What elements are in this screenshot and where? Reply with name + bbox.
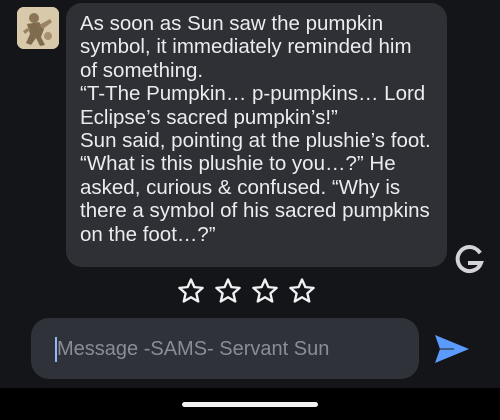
regenerate-g-icon — [455, 245, 484, 274]
star-outline-icon[interactable] — [176, 276, 206, 306]
chat-screen: As soon as Sun saw the pumpkin symbol, i… — [0, 0, 500, 420]
message-line: Eclipse’s sacred pumpkin’s!” — [80, 105, 338, 129]
star-outline-icon[interactable] — [213, 276, 243, 306]
send-button[interactable] — [432, 331, 472, 367]
message-line: asked, curious & confused. “Why is — [80, 175, 401, 199]
character-portrait-icon — [17, 7, 59, 49]
home-indicator[interactable] — [182, 402, 318, 407]
message-line: on the foot…?” — [80, 222, 216, 246]
message-line: “T-The Pumpkin… p-pumpkins… Lord — [80, 82, 426, 106]
message-input-placeholder: Message -SAMS- Servant Sun — [57, 338, 330, 360]
message-input[interactable]: Message -SAMS- Servant Sun — [31, 318, 419, 379]
character-avatar[interactable] — [17, 7, 59, 49]
star-outline-icon[interactable] — [250, 276, 280, 306]
message-line: “What is this plushie to you…?” He — [80, 152, 396, 176]
message-line: of something. — [80, 58, 204, 82]
character-message-bubble: As soon as Sun saw the pumpkin symbol, i… — [66, 3, 447, 267]
message-line: symbol, it immediately reminded him — [80, 35, 412, 59]
message-line: Sun said, pointing at the plushie’s foot… — [80, 129, 431, 153]
message-line: there a symbol of his sacred pumpkins — [80, 199, 430, 223]
star-outline-icon[interactable] — [287, 276, 317, 306]
message-line: As soon as Sun saw the pumpkin — [80, 12, 384, 35]
regenerate-button[interactable] — [452, 243, 486, 277]
star-rating — [176, 276, 317, 306]
send-icon — [435, 335, 469, 363]
